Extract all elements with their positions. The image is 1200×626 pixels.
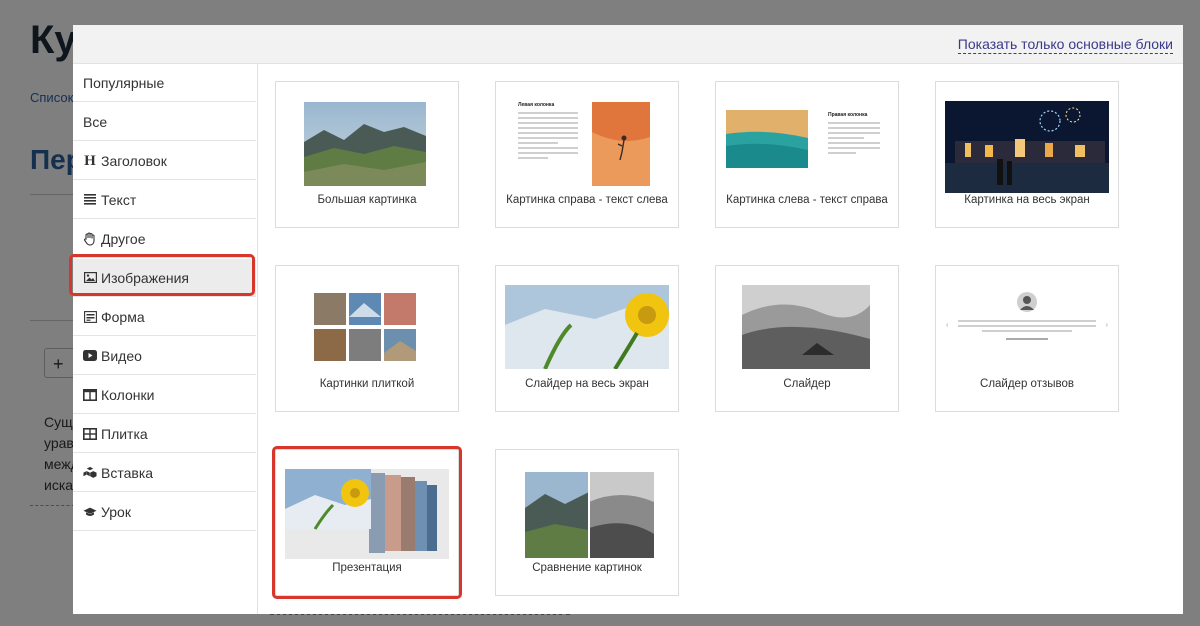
sidebar-item-form[interactable]: Форма [73,298,256,336]
block-card-image-tiles[interactable]: Картинки плиткой [275,265,459,412]
sidebar-item-label: Урок [101,503,131,520]
block-card-testimonials-slider[interactable]: ‹ › Слайдер отзывов [935,265,1119,412]
block-card-fullscreen-image[interactable]: Картинка на весь экран [935,81,1119,228]
sidebar-item-popular[interactable]: Популярные [73,64,256,102]
block-card-big-image[interactable]: Большая картинка [275,81,459,228]
image-left-text-right-thumb: Правая колонка [726,102,886,186]
modal-header: Показать только основные блоки [73,25,1183,64]
sidebar-item-label: Все [83,113,108,130]
author-name [1006,338,1048,340]
chevron-left-icon[interactable]: ‹ [946,322,948,329]
avatar [1017,292,1037,312]
sidebar-item-heading[interactable]: H Заголовок [73,142,256,180]
testimonial-text [958,320,1096,335]
sidebar-item-label: Популярные [83,74,165,91]
sidebar-item-columns[interactable]: Колонки [73,376,256,414]
sidebar-item-label: Другое [101,230,146,247]
sidebar-item-label: Видео [101,347,142,364]
desert-image [592,102,650,186]
slider-thumb [742,285,870,369]
columns-icon [83,388,97,402]
sidebar-item-label: Заголовок [101,152,167,169]
graduation-cap-icon [83,505,97,519]
beach-image [726,110,808,168]
image-right-text-left-thumb: Левая колонка [518,102,650,186]
block-label: Картинки плиткой [319,378,415,390]
sidebar-item-label: Колонки [101,386,155,403]
block-label: Большая картинка [317,194,417,206]
block-picker-modal: Показать только основные блоки Популярны… [69,25,1183,614]
chevron-right-icon[interactable]: › [1106,322,1108,329]
cubes-icon [83,466,97,480]
sidebar-item-video[interactable]: Видео [73,337,256,375]
block-label: Картинка слева - текст справа [726,194,888,206]
image-tiles-thumb [314,293,416,361]
sidebar-item-text[interactable]: Текст [73,181,256,219]
block-card-image-compare[interactable]: Сравнение картинок [495,449,679,596]
block-label: Слайдер отзывов [980,378,1074,390]
video-play-icon [83,349,97,363]
text-lines-icon [83,193,97,207]
form-icon [83,310,97,324]
sidebar-item-label: Вставка [101,464,154,481]
hand-icon [83,231,97,246]
show-basic-blocks-link[interactable]: Показать только основные блоки [957,36,1173,54]
thumb-text-lines [518,112,578,162]
heading-icon: H [84,152,96,169]
sidebar-item-label: Текст [101,191,137,208]
testimonials-slider-thumb: ‹ › [946,292,1108,372]
thumb-column-title: Правая колонка [828,112,868,118]
grid-icon [83,427,97,441]
block-card-fullscreen-slider[interactable]: Слайдер на весь экран [495,265,679,412]
highlight-frame [69,254,255,296]
block-card-image-left-text-right[interactable]: Правая колонка Картинка слева - текст сп… [715,81,899,228]
block-label: Картинка на весь экран [964,194,1090,206]
big-image-thumb [304,102,426,186]
sidebar-item-embed[interactable]: Вставка [73,454,256,492]
sidebar-item-label: Форма [101,308,145,325]
block-label: Слайдер [783,378,831,390]
thumb-column-title: Левая колонка [518,102,555,108]
sidebar-item-all[interactable]: Все [73,103,256,141]
sidebar-item-tiles[interactable]: Плитка [73,415,256,453]
highlight-frame [272,446,462,599]
sidebar-item-lesson[interactable]: Урок [73,493,256,531]
fullscreen-slider-thumb [505,285,669,369]
block-label: Слайдер на весь экран [525,378,649,390]
fullscreen-image-thumb [945,101,1109,193]
image-compare-thumb [525,472,654,558]
sidebar-item-label: Плитка [101,425,148,442]
thumb-text-lines [828,122,880,157]
block-label: Сравнение картинок [532,562,642,574]
block-label: Картинка справа - текст слева [506,194,668,206]
block-card-image-right-text-left[interactable]: Левая колонка Картинка справа - текст сл… [495,81,679,228]
sidebar-item-other[interactable]: Другое [73,220,256,258]
category-sidebar: Популярные Все H Заголовок Текст Другое … [69,64,258,614]
block-card-slider[interactable]: Слайдер [715,265,899,412]
